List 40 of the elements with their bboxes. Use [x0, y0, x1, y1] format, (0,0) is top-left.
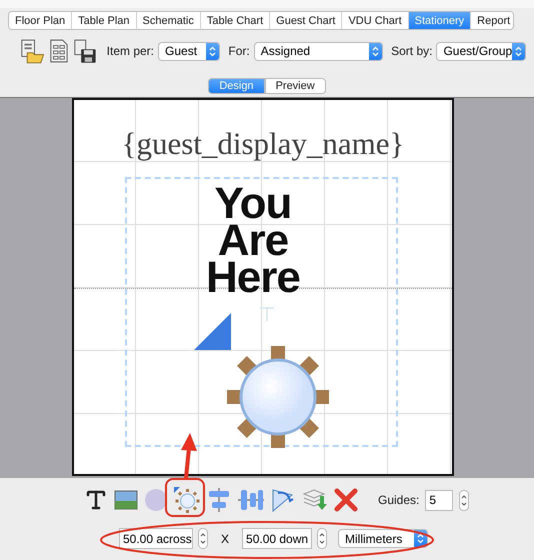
pointer-arrow: [181, 433, 197, 478]
stepper[interactable]: [459, 490, 470, 510]
select-label: Item per:: [106, 44, 154, 58]
tab[interactable]: Guest Chart: [269, 12, 342, 29]
dropdown[interactable]: Guest/Group: [436, 42, 526, 60]
guides-field[interactable]: 5: [425, 490, 454, 510]
highlight-frame: [165, 478, 205, 517]
caret-icon: [515, 46, 522, 56]
table-tool-icon[interactable]: [174, 487, 200, 513]
height-field[interactable]: 50.00 down: [242, 528, 312, 549]
guides-label: Guides:: [378, 493, 420, 507]
select-label: Sort by:: [391, 44, 432, 58]
text-tool-icon[interactable]: [84, 488, 108, 512]
circle-tool-icon[interactable]: [144, 488, 168, 512]
times-sign: X: [221, 532, 230, 546]
corner-handle-icon[interactable]: [194, 313, 231, 350]
round-table-icon[interactable]: [227, 346, 329, 448]
dropdown[interactable]: Guest: [158, 42, 220, 60]
delete-icon[interactable]: [334, 488, 358, 512]
caret-icon: [209, 46, 216, 56]
distribute-icon[interactable]: [238, 488, 264, 512]
sign-text: You Are Here: [206, 185, 300, 296]
open-file-icon[interactable]: [20, 37, 46, 65]
width-field[interactable]: 50.00 across: [119, 528, 193, 549]
placeholder-text: {guest_display_name}: [120, 126, 406, 162]
stepper[interactable]: [317, 528, 328, 549]
units-dropdown[interactable]: Millimeters: [338, 529, 428, 548]
tab[interactable]: Report: [470, 12, 513, 29]
align-icon[interactable]: [206, 488, 232, 512]
select-label: For:: [228, 44, 250, 58]
rotate-icon[interactable]: [270, 487, 296, 513]
caret-icon: [417, 533, 424, 544]
stepper[interactable]: [198, 528, 208, 549]
view-tab[interactable]: Preview: [264, 78, 326, 94]
dropdown[interactable]: Assigned: [254, 42, 384, 60]
document-icon[interactable]: [49, 37, 70, 65]
layers-icon[interactable]: [302, 488, 328, 512]
crosshair-icon: [260, 307, 274, 321]
caret-icon: [372, 46, 380, 56]
image-tool-icon[interactable]: [114, 490, 138, 510]
